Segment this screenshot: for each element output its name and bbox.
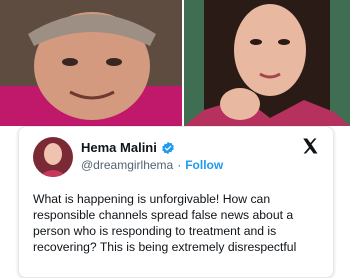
- author-handle[interactable]: @dreamgirlhema: [81, 158, 173, 172]
- avatar-image: [33, 137, 73, 177]
- photo-woman-illustration: [184, 0, 350, 126]
- author-name[interactable]: Hema Malini: [81, 140, 157, 155]
- x-logo-icon[interactable]: [301, 137, 319, 155]
- tweet-card: Hema Malini @dreamgirlhema · Follow What…: [18, 126, 334, 278]
- header-photo-strip: [0, 0, 350, 126]
- photo-woman: [184, 0, 350, 126]
- verified-badge-icon: [162, 141, 174, 154]
- handle-row: @dreamgirlhema · Follow: [81, 158, 223, 172]
- photo-man: [0, 0, 182, 126]
- tweet-text: What is happening is unforgivable! How c…: [33, 192, 297, 254]
- avatar[interactable]: [33, 137, 73, 177]
- separator-dot: ·: [177, 158, 182, 172]
- follow-button[interactable]: Follow: [185, 158, 223, 172]
- author-row: Hema Malini: [81, 140, 175, 155]
- photo-man-illustration: [0, 0, 182, 126]
